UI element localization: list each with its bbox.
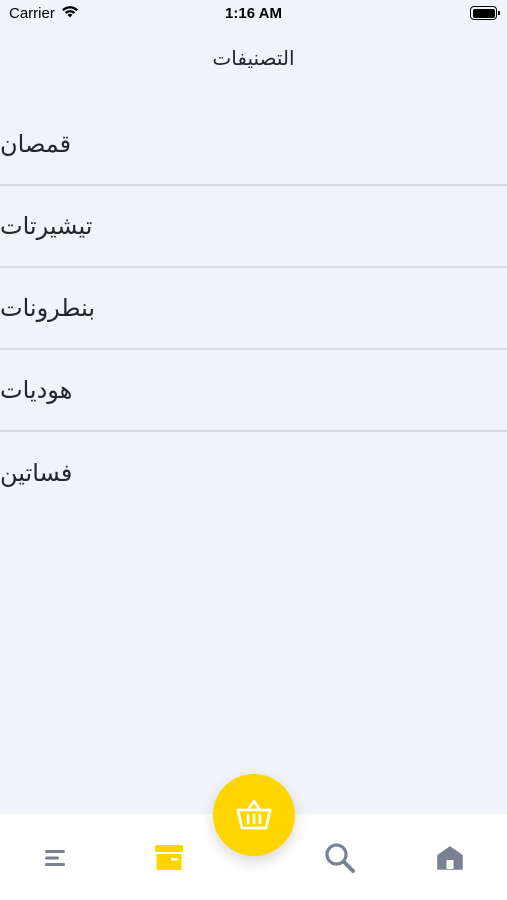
category-item-shirts[interactable]: قمصان bbox=[0, 104, 507, 186]
category-item-pants[interactable]: بنطرونات bbox=[0, 268, 507, 350]
archive-box-icon bbox=[155, 845, 183, 870]
category-item-hoodies[interactable]: هوديات bbox=[0, 350, 507, 432]
status-bar: Carrier 1:16 AM bbox=[0, 0, 507, 28]
page-title: التصنيفات bbox=[212, 46, 295, 70]
category-label: بنطرونات bbox=[0, 294, 96, 322]
tab-home[interactable] bbox=[432, 840, 468, 876]
category-label: تيشيرتات bbox=[0, 212, 93, 240]
category-list: قمصان تيشيرتات بنطرونات هوديات فساتين bbox=[0, 104, 507, 514]
category-item-dresses[interactable]: فساتين bbox=[0, 432, 507, 514]
category-item-tshirts[interactable]: تيشيرتات bbox=[0, 186, 507, 268]
battery-icon bbox=[470, 6, 500, 20]
category-label: هوديات bbox=[0, 376, 73, 404]
menu-icon bbox=[45, 850, 65, 866]
search-icon bbox=[325, 843, 355, 873]
category-label: قمصان bbox=[0, 130, 72, 158]
tab-menu[interactable] bbox=[38, 840, 74, 876]
tab-search[interactable] bbox=[322, 840, 358, 876]
basket-icon bbox=[236, 799, 272, 830]
category-label: فساتين bbox=[0, 459, 73, 487]
tab-categories[interactable] bbox=[151, 840, 187, 876]
basket-button[interactable] bbox=[213, 774, 295, 856]
status-time: 1:16 AM bbox=[225, 5, 282, 22]
home-icon bbox=[437, 846, 463, 870]
